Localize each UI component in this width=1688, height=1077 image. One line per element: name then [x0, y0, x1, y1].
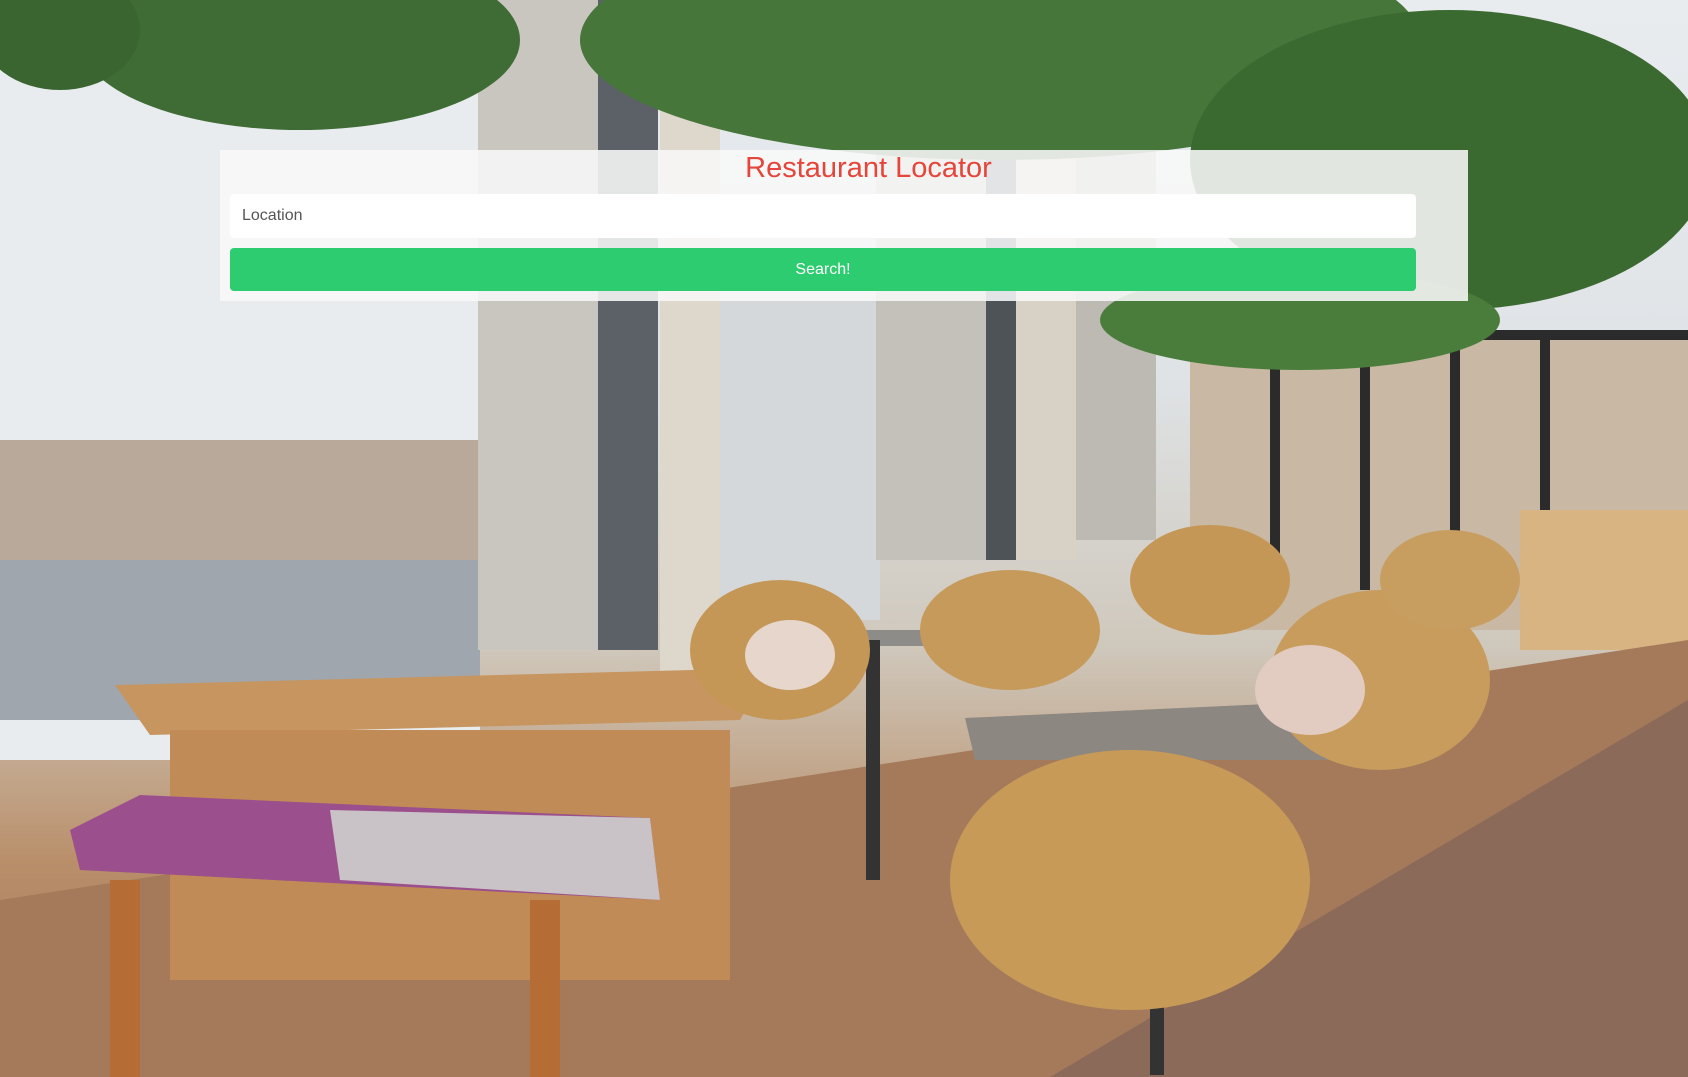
location-input[interactable]	[230, 194, 1416, 238]
search-panel: Restaurant Locator Search!	[220, 150, 1468, 301]
page-title: Restaurant Locator	[745, 152, 992, 184]
page: Restaurant Locator Search!	[0, 0, 1688, 1077]
search-button[interactable]: Search!	[230, 248, 1416, 291]
